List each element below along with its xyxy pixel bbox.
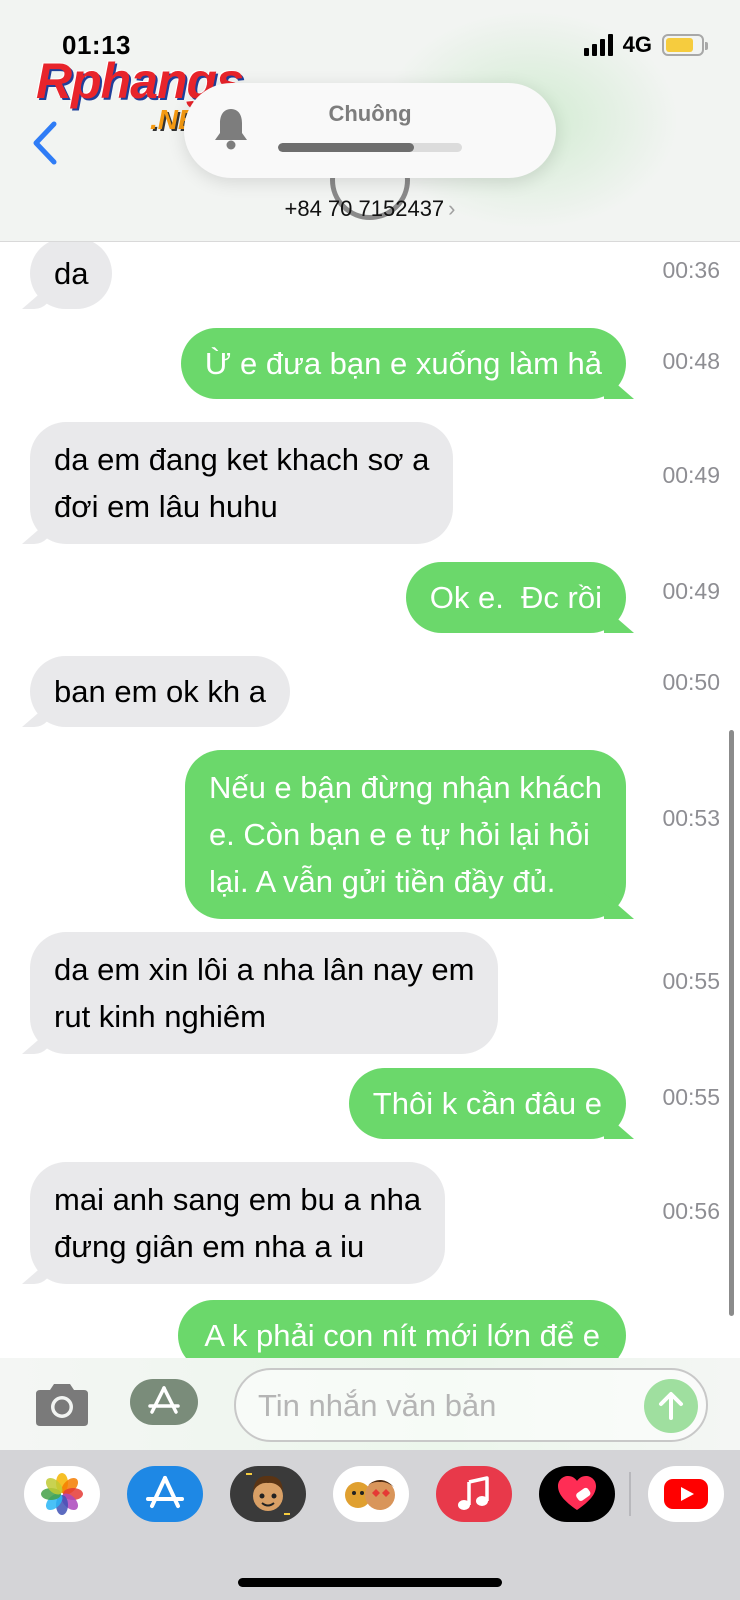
music-app-icon[interactable] <box>436 1466 512 1522</box>
message-text-field[interactable] <box>234 1368 708 1442</box>
message-text: da em đang ket khach sơ a đơi em lâu huh… <box>54 442 430 524</box>
ringer-volume-fill <box>278 143 415 152</box>
message-row: Nếu e bận đừng nhận khách e. Còn bạn e e… <box>184 750 626 919</box>
photos-app-icon[interactable] <box>24 1466 100 1522</box>
outgoing-bubble[interactable]: Thôi k cần đâu e <box>348 1068 626 1139</box>
outgoing-bubble[interactable]: Ok e. Đc rồi <box>405 562 626 633</box>
camera-icon[interactable] <box>32 1382 92 1428</box>
ringer-volume-hud: Chuông <box>184 83 556 178</box>
message-row: da em xin lôi a nha lân nay em rut kinh … <box>30 932 499 1054</box>
music-note-icon <box>458 1476 489 1510</box>
message-timestamp: 00:56 <box>662 1198 720 1224</box>
message-row: Ừ e đưa bạn e xuống làm hả <box>180 328 626 399</box>
message-row: da <box>30 242 113 309</box>
contact-number[interactable]: +84 70 7152437 <box>285 196 445 221</box>
message-timestamp: 00:55 <box>662 1084 720 1110</box>
status-indicators: 4G <box>583 32 708 58</box>
message-text: Ừ e đưa bạn e xuống làm hả <box>204 346 602 381</box>
outgoing-bubble[interactable]: Nếu e bận đừng nhận khách e. Còn bạn e e… <box>184 750 626 919</box>
message-input[interactable] <box>258 1382 638 1430</box>
message-timestamp: 00:50 <box>662 669 720 695</box>
ringer-label: Chuông <box>328 101 412 126</box>
network-type: 4G <box>622 32 652 57</box>
composer-bar <box>0 1358 740 1450</box>
app-store-icon <box>146 1476 184 1508</box>
message-timestamp: 00:49 <box>662 462 720 488</box>
scrollbar[interactable] <box>729 730 734 1316</box>
message-timestamp: 00:49 <box>662 578 720 604</box>
contact-info[interactable]: +84 70 7152437 › <box>0 196 740 222</box>
message-row: A k phải con nít mới lớn để e <box>178 1300 626 1360</box>
conversation-header: 01:13 4G Rphangs .NET Chuông +84 70 7152… <box>0 0 740 242</box>
signal-icon <box>583 34 613 56</box>
app-store-button[interactable] <box>130 1379 198 1425</box>
memoji-icon <box>246 1473 290 1515</box>
message-row: mai anh sang em bu a nha đưng giân em nh… <box>30 1162 446 1284</box>
chevron-right-icon: › <box>448 196 456 221</box>
incoming-bubble[interactable]: da <box>30 242 113 309</box>
outgoing-bubble[interactable]: A k phải con nít mới lớn để e <box>178 1300 626 1360</box>
incoming-bubble[interactable]: da em xin lôi a nha lân nay em rut kinh … <box>30 932 499 1054</box>
message-text: Thôi k cần đâu e <box>372 1086 602 1121</box>
back-chevron-icon[interactable] <box>30 118 60 168</box>
app-store-app-icon[interactable] <box>127 1466 203 1522</box>
message-text: ban em ok kh a <box>54 674 266 709</box>
message-row: Ok e. Đc rồi <box>405 562 626 633</box>
animoji-stickers-app-icon[interactable] <box>333 1466 409 1522</box>
home-indicator[interactable] <box>238 1578 502 1587</box>
memoji-app-icon[interactable] <box>230 1466 306 1522</box>
sticker-faces-icon <box>345 1480 395 1510</box>
incoming-bubble[interactable]: ban em ok kh a <box>30 656 290 727</box>
message-text: Nếu e bận đừng nhận khách e. Còn bạn e e… <box>208 770 602 899</box>
youtube-play-icon <box>664 1479 708 1509</box>
photos-icon <box>41 1473 83 1515</box>
imessage-app-drawer <box>0 1450 740 1600</box>
incoming-bubble[interactable]: mai anh sang em bu a nha đưng giân em nh… <box>30 1162 446 1284</box>
message-list[interactable]: da 00:36 Ừ e đưa bạn e xuống làm hả 00:4… <box>0 242 740 1360</box>
message-text: Ok e. Đc rồi <box>429 580 602 615</box>
message-text: da <box>54 256 89 291</box>
message-row: ban em ok kh a <box>30 656 290 727</box>
arrow-up-icon <box>659 1392 683 1420</box>
outgoing-bubble[interactable]: Ừ e đưa bạn e xuống làm hả <box>180 328 626 399</box>
send-button[interactable] <box>644 1379 698 1433</box>
message-text: A k phải con nít mới lớn để e <box>204 1318 600 1353</box>
battery-icon <box>662 34 708 56</box>
message-row: da em đang ket khach sơ a đơi em lâu huh… <box>30 422 454 544</box>
message-text: da em xin lôi a nha lân nay em rut kinh … <box>54 952 475 1034</box>
heart-icon <box>558 1476 596 1510</box>
ringer-volume-bar <box>278 143 462 152</box>
message-timestamp: 00:36 <box>662 257 720 283</box>
message-timestamp: 00:55 <box>662 968 720 994</box>
youtube-app-icon[interactable] <box>648 1466 724 1522</box>
digital-touch-app-icon[interactable] <box>539 1466 615 1522</box>
dock-divider <box>629 1472 631 1516</box>
incoming-bubble[interactable]: da em đang ket khach sơ a đơi em lâu huh… <box>30 422 454 544</box>
message-timestamp: 00:53 <box>662 805 720 831</box>
message-text: mai anh sang em bu a nha đưng giân em nh… <box>54 1182 422 1264</box>
app-store-icon <box>148 1386 180 1414</box>
message-row: Thôi k cần đâu e <box>348 1068 626 1139</box>
message-timestamp: 00:48 <box>662 348 720 374</box>
